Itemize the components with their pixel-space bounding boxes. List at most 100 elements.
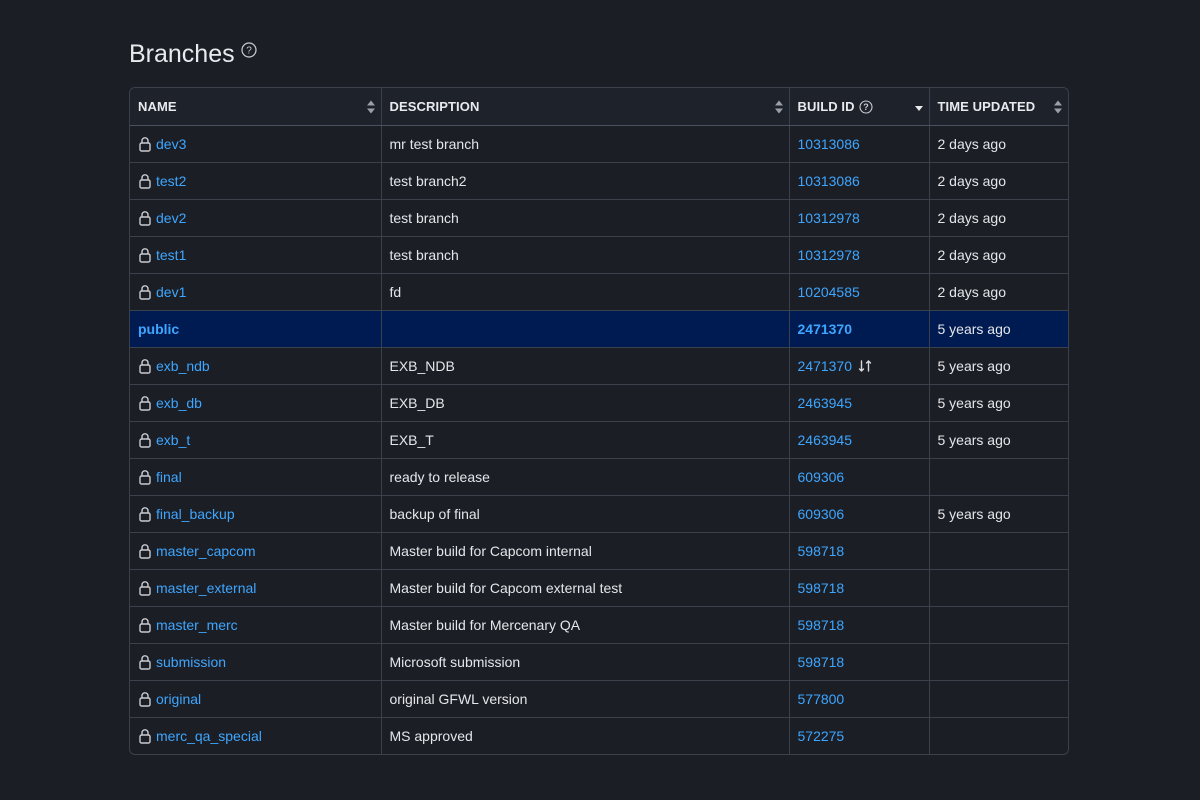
table-row[interactable]: test1 test branch 10312978 2 days ago: [130, 236, 1068, 274]
branch-name-cell: exb_db: [130, 384, 382, 422]
branch-name-link[interactable]: dev2: [156, 210, 186, 226]
table-row[interactable]: merc_qa_special MS approved 572275: [130, 717, 1068, 754]
sort-icon[interactable]: [774, 100, 783, 113]
branch-name-link[interactable]: master_external: [156, 580, 256, 596]
build-id-link[interactable]: 598718: [798, 543, 845, 559]
table-row[interactable]: final ready to release 609306: [130, 458, 1068, 496]
build-id-cell: 572275: [789, 717, 930, 754]
description-cell: Master build for Mercenary QA: [381, 606, 790, 644]
build-id-cell: 2463945: [789, 384, 930, 422]
branch-name-link[interactable]: test1: [156, 247, 186, 263]
sort-descending-icon[interactable]: [914, 104, 923, 112]
table-row[interactable]: exb_db EXB_DB 2463945 5 years ago: [130, 384, 1068, 422]
description-cell: EXB_T: [381, 421, 790, 459]
table-row[interactable]: final_backup backup of final 609306 5 years…: [130, 495, 1068, 533]
branch-name-link[interactable]: final: [156, 469, 182, 485]
build-id-link[interactable]: 10313086: [798, 136, 860, 152]
lock-icon: [139, 211, 151, 226]
branch-name-cell: dev1: [130, 273, 382, 311]
table-row[interactable]: exb_ndb EXB_NDB 2471370 5 years ago: [130, 347, 1068, 385]
branch-name-link[interactable]: dev3: [156, 136, 186, 152]
build-id-link[interactable]: 609306: [798, 469, 845, 485]
branch-name-cell: master_merc: [130, 606, 382, 644]
build-id-link[interactable]: 609306: [798, 506, 845, 522]
time-updated-text: 2 days ago: [937, 284, 1007, 300]
description-cell: test branch: [381, 199, 790, 237]
time-updated-text: 2 days ago: [937, 247, 1007, 263]
column-header-build-id[interactable]: BUILD ID ?: [789, 88, 930, 126]
build-id-link[interactable]: 598718: [798, 580, 845, 596]
time-updated-cell: [929, 606, 1068, 644]
sort-icon[interactable]: [1054, 100, 1062, 113]
branch-description: test branch2: [389, 173, 467, 189]
build-id-link[interactable]: 598718: [798, 654, 845, 670]
column-header-description[interactable]: DESCRIPTION: [381, 88, 790, 126]
column-header-name[interactable]: NAME: [130, 88, 382, 126]
table-row[interactable]: submission Microsoft submission 598718: [130, 643, 1068, 681]
help-icon[interactable]: ?: [241, 42, 257, 58]
build-id-link[interactable]: 598718: [798, 617, 845, 633]
svg-text:?: ?: [863, 102, 869, 112]
build-id-link[interactable]: 10312978: [798, 210, 860, 226]
build-id-link[interactable]: 10312978: [798, 247, 860, 263]
build-id-link[interactable]: 572275: [798, 728, 845, 744]
build-id-link[interactable]: 2463945: [798, 395, 853, 411]
branch-name-link[interactable]: test2: [156, 173, 186, 189]
time-updated-cell: 5 years ago: [929, 310, 1068, 348]
build-id-cell: 10204585: [789, 273, 930, 311]
page-title: Branches ?: [129, 40, 257, 69]
table-row[interactable]: master_capcom Master build for Capcom int…: [130, 532, 1068, 570]
column-header-description-label: DESCRIPTION: [389, 99, 480, 114]
branch-name-link[interactable]: final_backup: [156, 506, 235, 522]
table-row[interactable]: dev1 fd 10204585 2 days ago: [130, 273, 1068, 311]
branches-table: NAME DESCRIPTION BUILD ID ? TIME UPDATED…: [129, 87, 1069, 755]
branch-name-link[interactable]: original: [156, 691, 201, 707]
time-updated-cell: 2 days ago: [929, 162, 1068, 200]
time-updated-cell: 2 days ago: [929, 273, 1068, 311]
table-row[interactable]: original original GFWL version 577800: [130, 680, 1068, 718]
description-cell: EXB_DB: [381, 384, 790, 422]
branch-name-link[interactable]: submission: [156, 654, 226, 670]
time-updated-cell: [929, 643, 1068, 681]
table-row[interactable]: dev2 test branch 10312978 2 days ago: [130, 199, 1068, 237]
build-id-link[interactable]: 2463945: [798, 432, 853, 448]
branch-name-link[interactable]: exb_ndb: [156, 358, 210, 374]
build-id-link[interactable]: 577800: [798, 691, 845, 707]
column-header-time-updated[interactable]: TIME UPDATED: [929, 88, 1068, 126]
branch-name-link[interactable]: merc_qa_special: [156, 728, 262, 744]
table-row[interactable]: exb_t EXB_T 2463945 5 years ago: [130, 421, 1068, 459]
branch-description: EXB_T: [389, 432, 434, 448]
branch-name-link[interactable]: master_merc: [156, 617, 238, 633]
table-row[interactable]: master_merc Master build for Mercenary QA…: [130, 606, 1068, 644]
build-id-link[interactable]: 2471370: [798, 358, 853, 374]
build-id-cell: 577800: [789, 680, 930, 718]
help-icon[interactable]: ?: [859, 99, 873, 114]
branch-name-cell: final: [130, 458, 382, 496]
build-id-cell: 2471370: [789, 310, 930, 348]
build-id-link[interactable]: 2471370: [798, 321, 853, 337]
build-id-link[interactable]: 10204585: [798, 284, 860, 300]
lock-icon: [139, 470, 151, 485]
branch-description: EXB_DB: [389, 395, 445, 411]
description-cell: Master build for Capcom internal: [381, 532, 790, 570]
table-row[interactable]: public 2471370 5 years ago: [130, 310, 1068, 348]
branch-name-link[interactable]: exb_db: [156, 395, 202, 411]
compare-icon[interactable]: [858, 359, 872, 373]
branch-name-link[interactable]: public: [138, 321, 179, 337]
table-row[interactable]: dev3 mr test branch 10313086 2 days ago: [130, 125, 1068, 163]
branch-name-link[interactable]: dev1: [156, 284, 186, 300]
build-id-cell: 10313086: [789, 125, 930, 163]
time-updated-cell: 5 years ago: [929, 347, 1068, 385]
description-cell: original GFWL version: [381, 680, 790, 718]
build-id-cell: 598718: [789, 643, 930, 681]
table-row[interactable]: master_external Master build for Capcom e…: [130, 569, 1068, 607]
sort-icon[interactable]: [366, 100, 375, 113]
table-row[interactable]: test2 test branch2 10313086 2 days ago: [130, 162, 1068, 200]
description-cell: Microsoft submission: [381, 643, 790, 681]
build-id-cell: 10312978: [789, 199, 930, 237]
build-id-link[interactable]: 10313086: [798, 173, 860, 189]
lock-icon: [139, 507, 151, 522]
branch-name-link[interactable]: exb_t: [156, 432, 190, 448]
column-header-time-updated-label: TIME UPDATED: [937, 99, 1036, 114]
branch-name-link[interactable]: master_capcom: [156, 543, 256, 559]
